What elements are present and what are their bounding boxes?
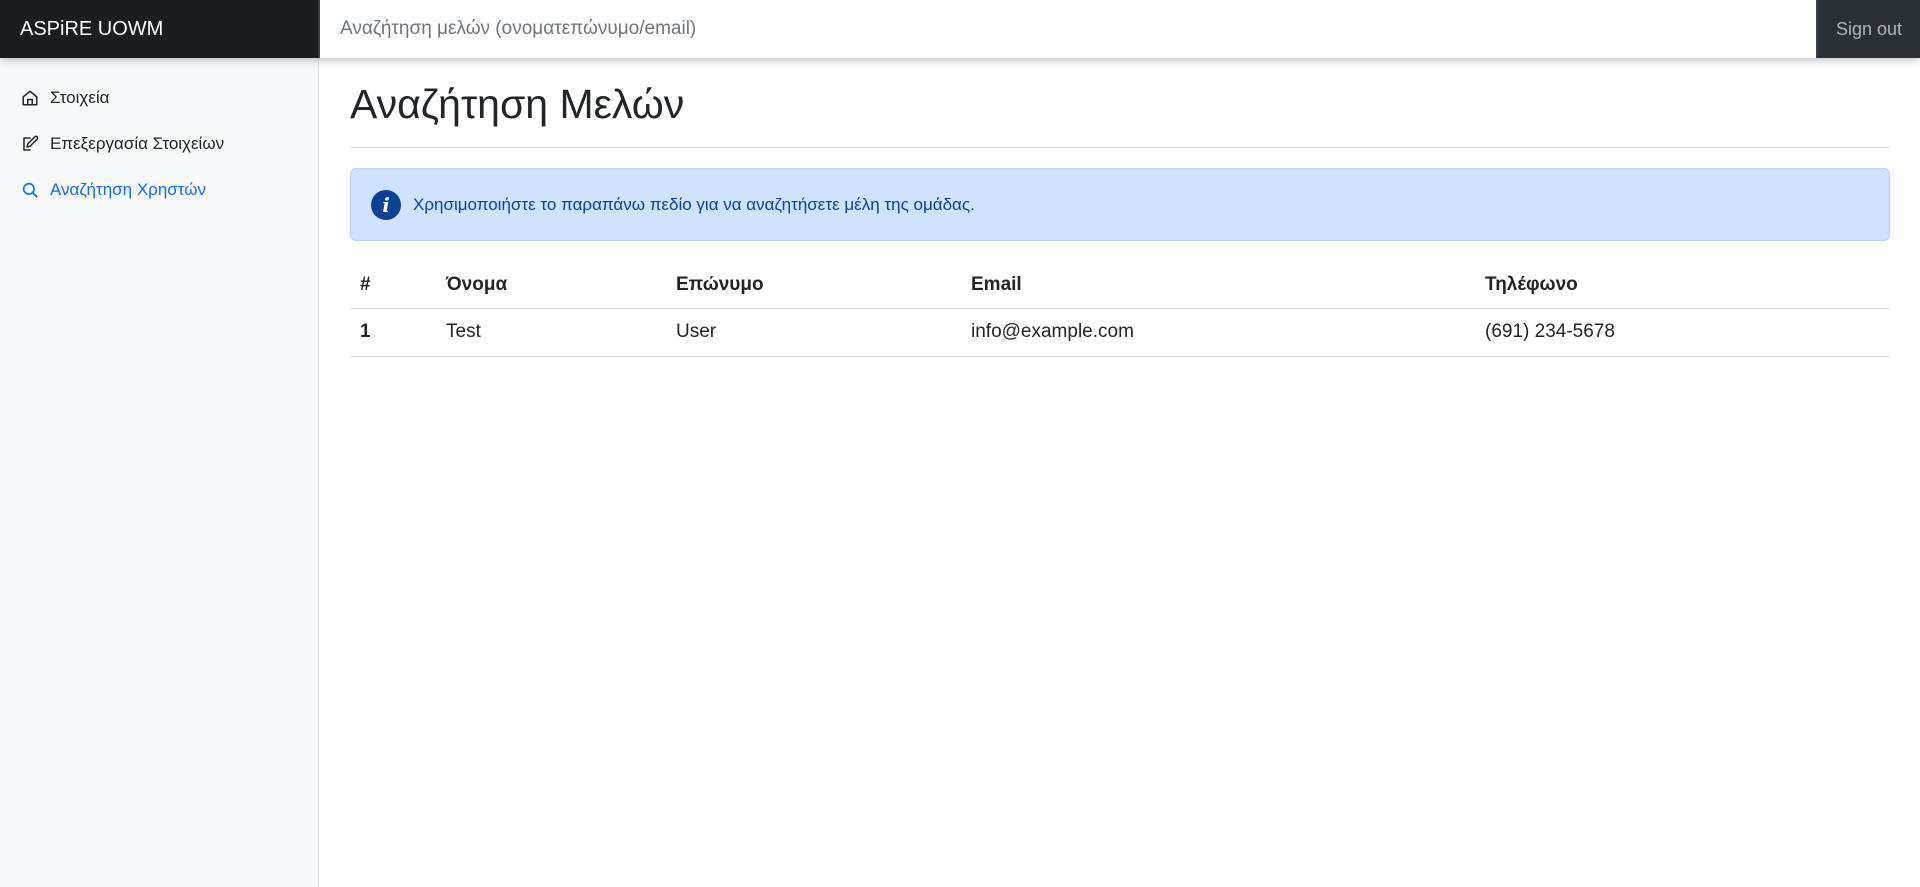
- sidebar-item-label: Επεξεργασία Στοιχείων: [50, 134, 225, 153]
- cell-last-name: User: [666, 308, 961, 357]
- sign-out-button[interactable]: Sign out: [1818, 0, 1920, 58]
- column-header-email: Email: [961, 263, 1475, 309]
- brand-logo[interactable]: ASPiRE UOWM: [0, 0, 318, 58]
- search-icon: [20, 180, 40, 200]
- table-header-row: # Όνομα Επώνυμο Email Τηλέφωνο: [350, 263, 1890, 309]
- top-navbar: ASPiRE UOWM Sign out: [0, 0, 1920, 58]
- sidebar-item-search-users[interactable]: Αναζήτηση Χρηστών: [0, 167, 318, 213]
- info-alert: i Χρησιμοποιήστε το παραπάνω πεδίο για ν…: [350, 168, 1890, 242]
- table-row[interactable]: 1 Test User info@example.com (691) 234-5…: [350, 308, 1890, 357]
- cell-first-name: Test: [436, 308, 666, 357]
- page-title: Αναζήτηση Μελών: [350, 81, 1890, 149]
- sidebar-item-label: Στοιχεία: [50, 88, 110, 107]
- column-header-index: #: [350, 263, 436, 309]
- column-header-first-name: Όνομα: [436, 263, 666, 309]
- home-icon: [20, 88, 40, 108]
- sidebar: Στοιχεία Επεξεργασία Στοιχείων Αναζήτηση…: [0, 58, 319, 887]
- members-table: # Όνομα Επώνυμο Email Τηλέφωνο 1 Test Us…: [350, 263, 1890, 357]
- sidebar-item-edit-details[interactable]: Επεξεργασία Στοιχείων: [0, 121, 318, 167]
- main-content: Αναζήτηση Μελών i Χρησιμοποιήστε το παρα…: [350, 58, 1890, 357]
- info-icon: i: [371, 189, 401, 220]
- search-input[interactable]: [320, 0, 1816, 58]
- column-header-last-name: Επώνυμο: [666, 263, 961, 309]
- sidebar-item-label: Αναζήτηση Χρηστών: [50, 180, 207, 199]
- cell-phone: (691) 234-5678: [1475, 308, 1890, 357]
- search-bar: [318, 0, 1818, 58]
- cell-email: info@example.com: [961, 308, 1475, 357]
- column-header-phone: Τηλέφωνο: [1475, 263, 1890, 309]
- edit-icon: [20, 134, 40, 154]
- alert-text: Χρησιμοποιήστε το παραπάνω πεδίο για να …: [413, 194, 975, 214]
- cell-index: 1: [350, 308, 436, 357]
- sidebar-item-details[interactable]: Στοιχεία: [0, 75, 318, 121]
